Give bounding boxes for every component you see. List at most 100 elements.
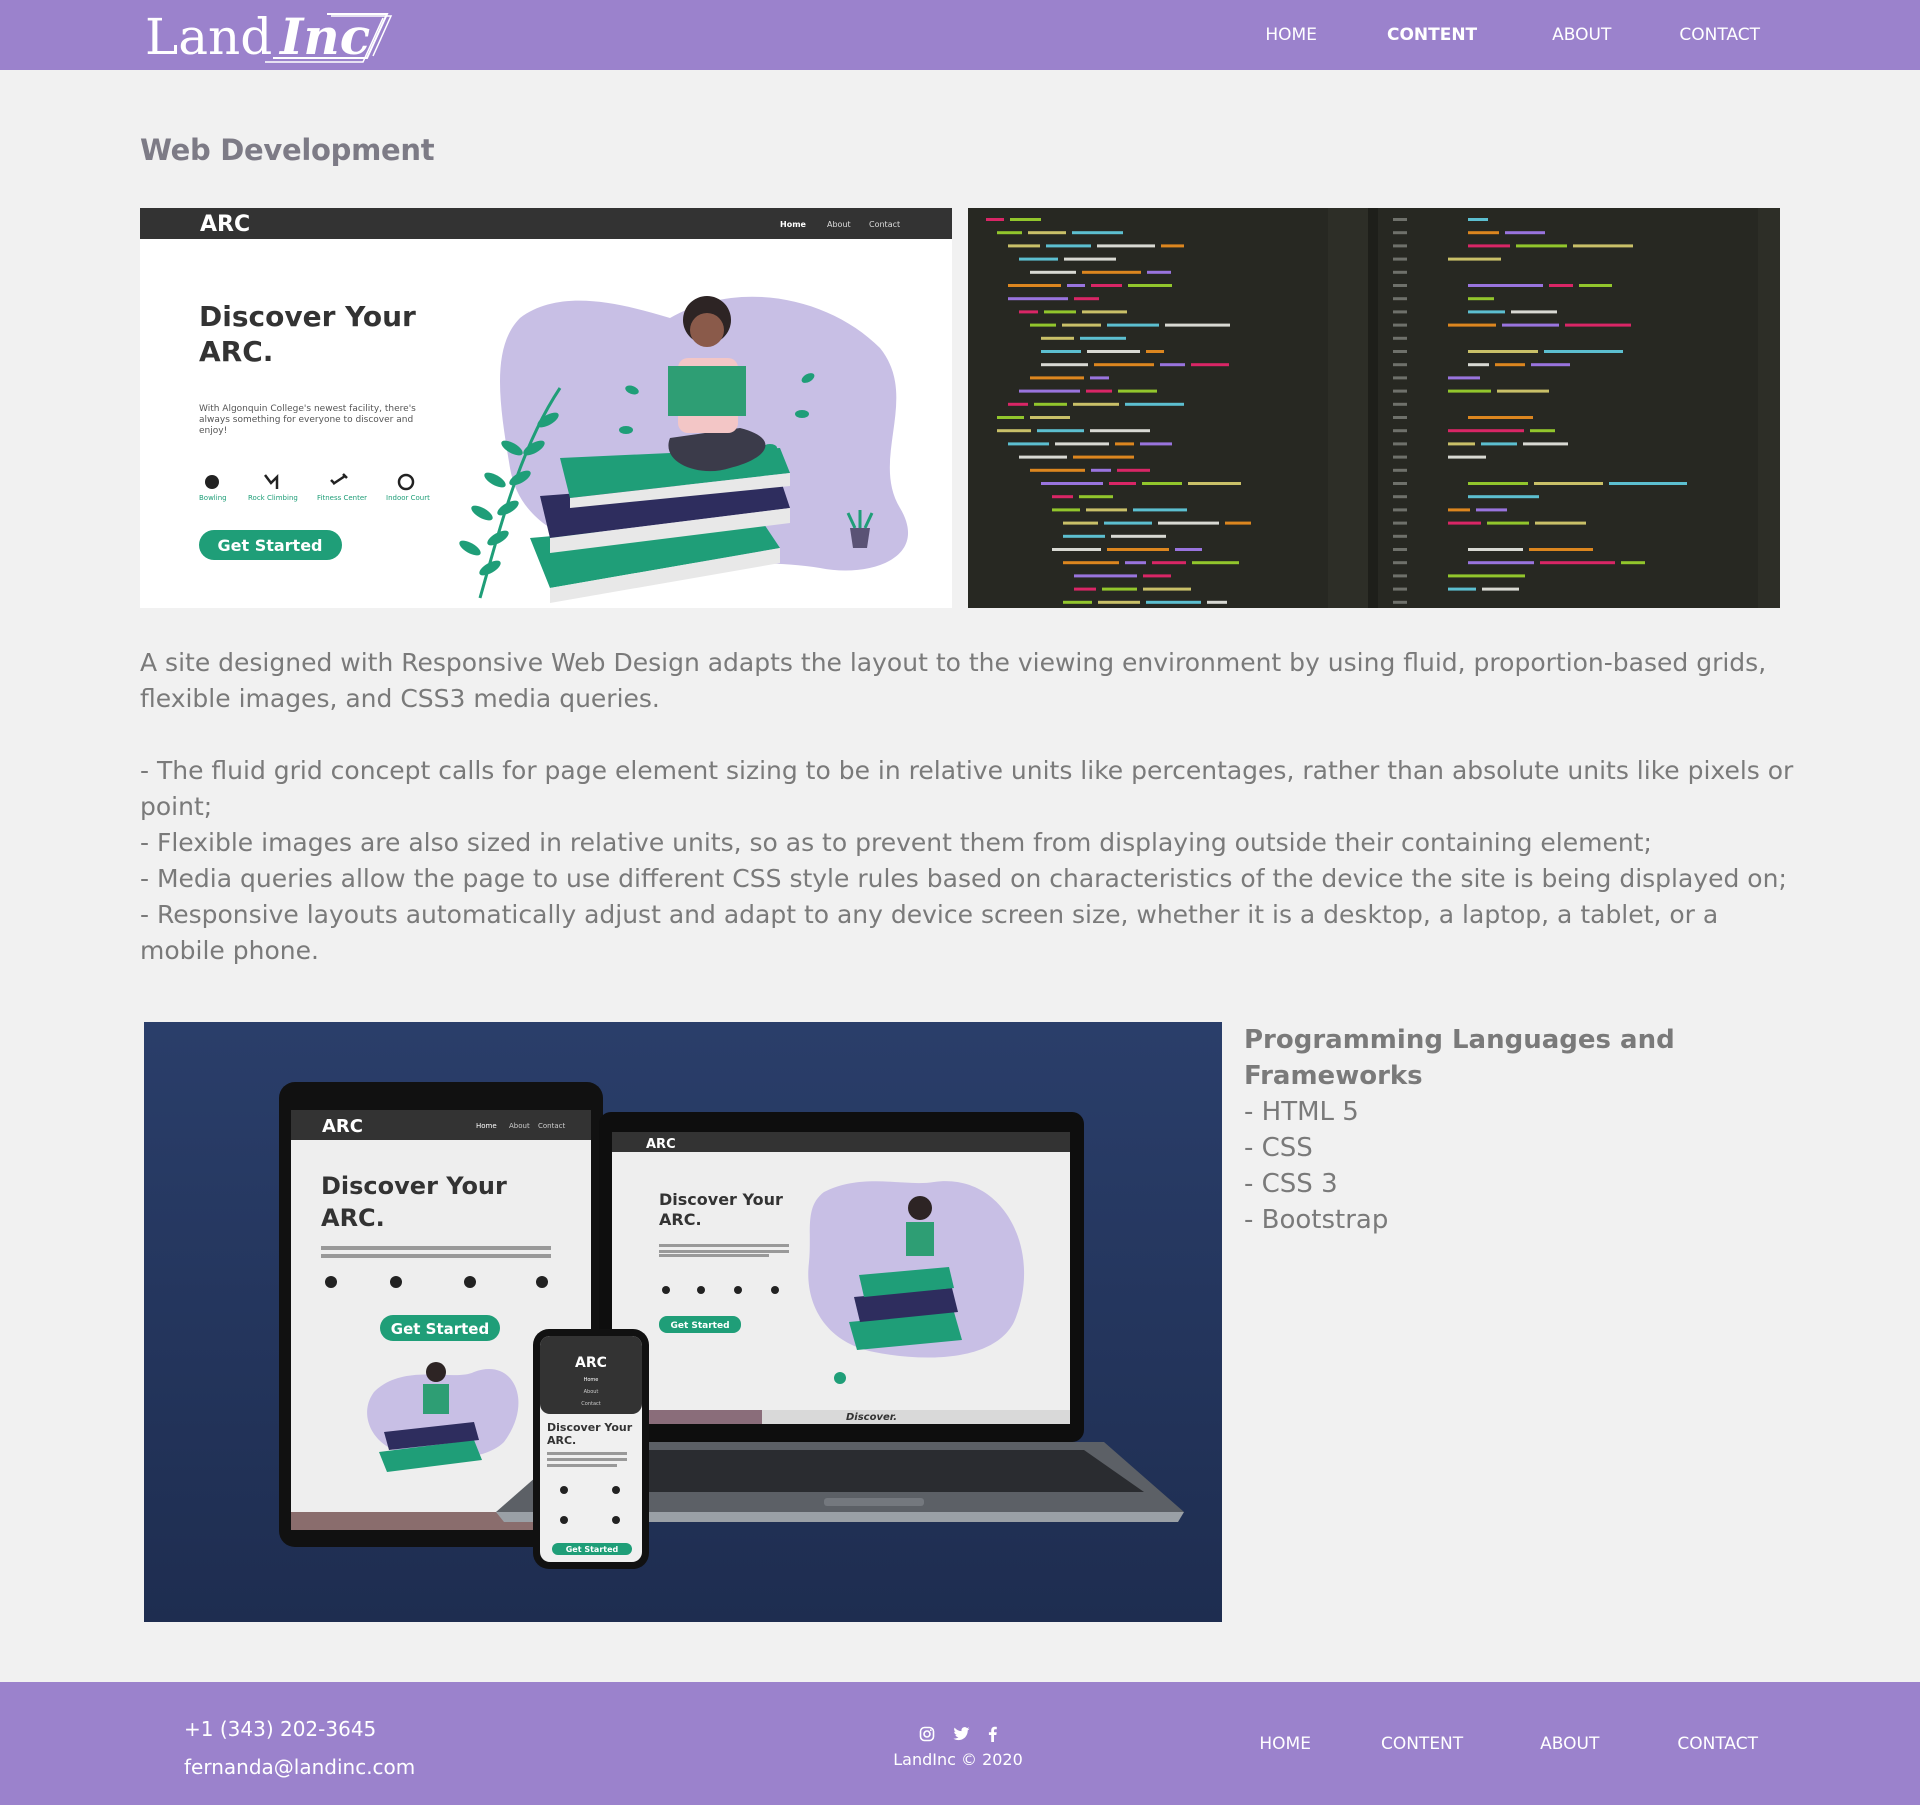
svg-text:Discover Your: Discover Your [659,1190,783,1209]
code-line-mark [1523,442,1568,446]
code-line-mark [1052,508,1080,512]
code-line-number [1393,574,1407,578]
code-line-mark [1019,310,1038,314]
code-line-mark [1468,310,1505,314]
code-line-mark [1140,442,1172,446]
arc-activity-icons: Bowling Rock Climbing Fitness Center Ind… [199,473,430,502]
landinc-logo[interactable]: Land Inc [145,4,405,66]
code-line-mark [1609,482,1687,485]
code-line-mark [997,429,1031,433]
code-line-mark [1191,363,1229,367]
code-line-mark [1160,363,1185,367]
footer-nav-content[interactable]: CONTENT [1381,1734,1463,1754]
code-line-mark [1028,231,1066,235]
description-point: - Responsive layouts automatically adjus… [140,900,1719,965]
instagram-icon[interactable] [919,1726,935,1742]
twitter-icon[interactable] [953,1727,970,1741]
code-line-mark [1030,270,1076,274]
code-line-number [1393,310,1407,314]
arc-heading-2: ARC. [199,335,273,368]
code-line-mark [1010,218,1041,221]
footer-phone[interactable]: +1 (343) 202-3645 [184,1710,415,1748]
code-line-mark [1448,389,1491,393]
languages-heading: Programming Languages and Frameworks [1244,1025,1675,1091]
code-line-mark [1041,363,1088,367]
svg-text:Get Started: Get Started [670,1321,729,1331]
footer-email[interactable]: fernanda@landinc.com [184,1748,415,1786]
code-line-number [1393,363,1407,367]
nav-contact[interactable]: CONTACT [1679,25,1760,45]
code-line-number [1393,521,1407,525]
code-line-number [1393,284,1407,287]
languages-list: Programming Languages and Frameworks - H… [1244,1022,1764,1238]
code-line-number [1393,270,1407,274]
code-line-mark [1041,482,1103,485]
svg-text:Home: Home [584,1377,599,1383]
nav-about[interactable]: ABOUT [1552,25,1611,45]
laptop-discover-text: Discover. [846,1412,897,1423]
code-line-mark [1468,416,1533,419]
top-navbar: Land Inc HOME CONTENT ABOUT CONTACT [0,0,1920,70]
code-line-mark [1476,508,1507,512]
code-line-mark [1530,429,1555,433]
code-line-mark [1055,442,1109,446]
code-line-mark [1008,244,1040,248]
svg-text:ARC.: ARC. [547,1434,576,1447]
code-line-mark [1117,468,1150,472]
code-line-mark [1074,574,1137,578]
page-title: Web Development [140,133,435,167]
social-links [880,1724,1036,1744]
language-item: - CSS 3 [1244,1169,1338,1199]
svg-text:Get Started: Get Started [391,1320,489,1338]
code-line-mark [1225,521,1251,525]
code-line-mark [1090,376,1109,380]
code-line-mark [1074,297,1099,301]
footer-nav-home[interactable]: HOME [1259,1734,1311,1754]
footer-nav-about[interactable]: ABOUT [1540,1734,1599,1754]
code-line-mark [1146,350,1164,353]
code-line-mark [1087,350,1140,353]
code-line-mark [1082,310,1127,314]
code-line-mark [1448,508,1470,512]
arc-nav-home: Home [780,220,807,229]
code-line-mark [1161,244,1184,248]
language-item: - HTML 5 [1244,1097,1359,1127]
code-line-number [1393,495,1407,499]
code-line-mark [1008,442,1049,446]
code-line-mark [1621,561,1645,565]
code-line-number [1393,376,1407,380]
nav-content[interactable]: CONTENT [1387,25,1477,45]
code-line-mark [1448,376,1480,380]
nav-home[interactable]: HOME [1265,25,1317,45]
code-line-number [1393,442,1407,446]
code-line-mark [1072,231,1123,235]
description-point: - Media queries allow the page to use di… [140,864,1787,893]
arc-website-screenshot: ARC Home About Contact Discover Your ARC… [140,208,952,608]
code-line-mark [1143,587,1191,591]
code-line-number [1393,257,1407,261]
facebook-icon[interactable] [988,1726,997,1742]
code-line-number [1393,587,1407,591]
code-line-number [1393,323,1407,327]
code-line-mark [1097,244,1155,248]
code-line-mark [1468,482,1528,485]
code-line-mark [1448,574,1525,578]
code-line-mark [1531,363,1570,367]
code-line-mark [1030,376,1084,380]
page-footer: +1 (343) 202-3645 fernanda@landinc.com L… [0,1682,1920,1805]
code-line-number [1393,244,1407,248]
code-line-mark [1104,521,1152,525]
arc-body-text: With Algonquin College's newest facility… [199,404,416,436]
arc-nav-about: About [827,220,851,229]
code-line-mark [1125,402,1184,406]
code-line-mark [1107,548,1169,551]
code-line-mark [1448,442,1475,446]
footer-nav-contact[interactable]: CONTACT [1677,1734,1758,1754]
code-line-mark [1468,363,1489,367]
code-line-number [1393,455,1407,459]
code-line-number [1393,561,1407,565]
code-line-mark [1041,350,1081,353]
footer-center: LandInc © 2020 [880,1724,1036,1769]
code-line-mark [1448,521,1481,525]
code-line-number [1393,218,1407,221]
